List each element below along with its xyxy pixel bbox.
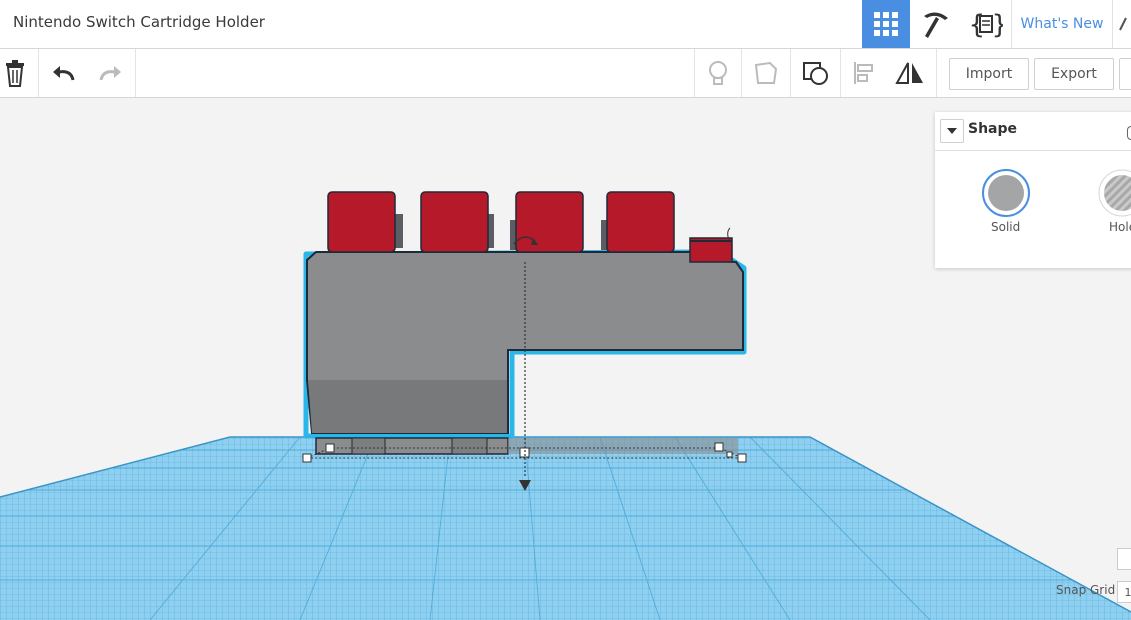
redo-icon — [99, 66, 121, 81]
solid-label: Solid — [991, 220, 1021, 234]
shape-inspector-panel: Shape Solid Hole — [935, 112, 1131, 268]
delete-button[interactable] — [0, 49, 38, 97]
align-button[interactable] — [841, 49, 887, 97]
codeblocks-view-button[interactable]: { } — [962, 0, 1010, 48]
import-button[interactable]: Import — [949, 58, 1029, 90]
lightbulb-icon — [709, 61, 727, 85]
settings-toggle[interactable] — [1117, 548, 1131, 570]
snap-grid-select[interactable]: 1 — [1117, 581, 1131, 603]
mirror-icon — [895, 62, 923, 84]
small-cartridge[interactable] — [689, 237, 733, 263]
mirror-button[interactable] — [887, 49, 933, 97]
cartridge-1[interactable] — [327, 191, 403, 253]
cartridge-2[interactable] — [420, 191, 494, 253]
chevron-down-icon — [947, 128, 957, 134]
snap-grid-label: Snap Grid — [1056, 583, 1116, 597]
cartridge-4[interactable] — [601, 191, 675, 253]
whats-new-link[interactable]: What's New — [1011, 0, 1113, 48]
collapse-panel-button[interactable] — [940, 119, 964, 143]
code-blocks-icon: { } — [969, 10, 1003, 40]
ungroup-icon — [803, 62, 828, 85]
ungroup-button[interactable] — [792, 49, 838, 97]
notes-button[interactable] — [695, 49, 741, 97]
solid-swatch[interactable] — [981, 168, 1031, 218]
cartridge-3[interactable] — [510, 191, 584, 253]
group-icon — [754, 61, 778, 84]
send-to-button[interactable] — [1119, 58, 1131, 90]
hole-label: Hole — [1109, 220, 1131, 234]
hole-swatch[interactable] — [1097, 168, 1131, 218]
grid-view-icon — [874, 12, 898, 36]
grid-plane — [0, 436, 1131, 620]
undo-button[interactable] — [41, 49, 87, 97]
lock-icon[interactable] — [1127, 126, 1131, 140]
svg-text:}: } — [992, 10, 1003, 40]
app-header: Nintendo Switch Cartridge Holder { } Wha… — [0, 0, 1131, 49]
pickaxe-icon — [924, 12, 948, 38]
shape-panel-title: Shape — [968, 121, 1018, 137]
grid-view-button[interactable] — [862, 0, 910, 48]
redo-button[interactable] — [87, 49, 133, 97]
align-icon — [854, 62, 873, 84]
shape-panel-header: Shape — [935, 112, 1131, 151]
design-title[interactable]: Nintendo Switch Cartridge Holder — [13, 13, 265, 31]
trash-icon — [6, 60, 24, 87]
edit-toolbar: Import Export — [0, 49, 1131, 98]
minecraft-view-button[interactable] — [912, 0, 960, 48]
partial-header-icon[interactable] — [1112, 0, 1131, 48]
group-button[interactable] — [743, 49, 789, 97]
undo-icon — [53, 66, 75, 81]
export-button[interactable]: Export — [1034, 58, 1114, 90]
